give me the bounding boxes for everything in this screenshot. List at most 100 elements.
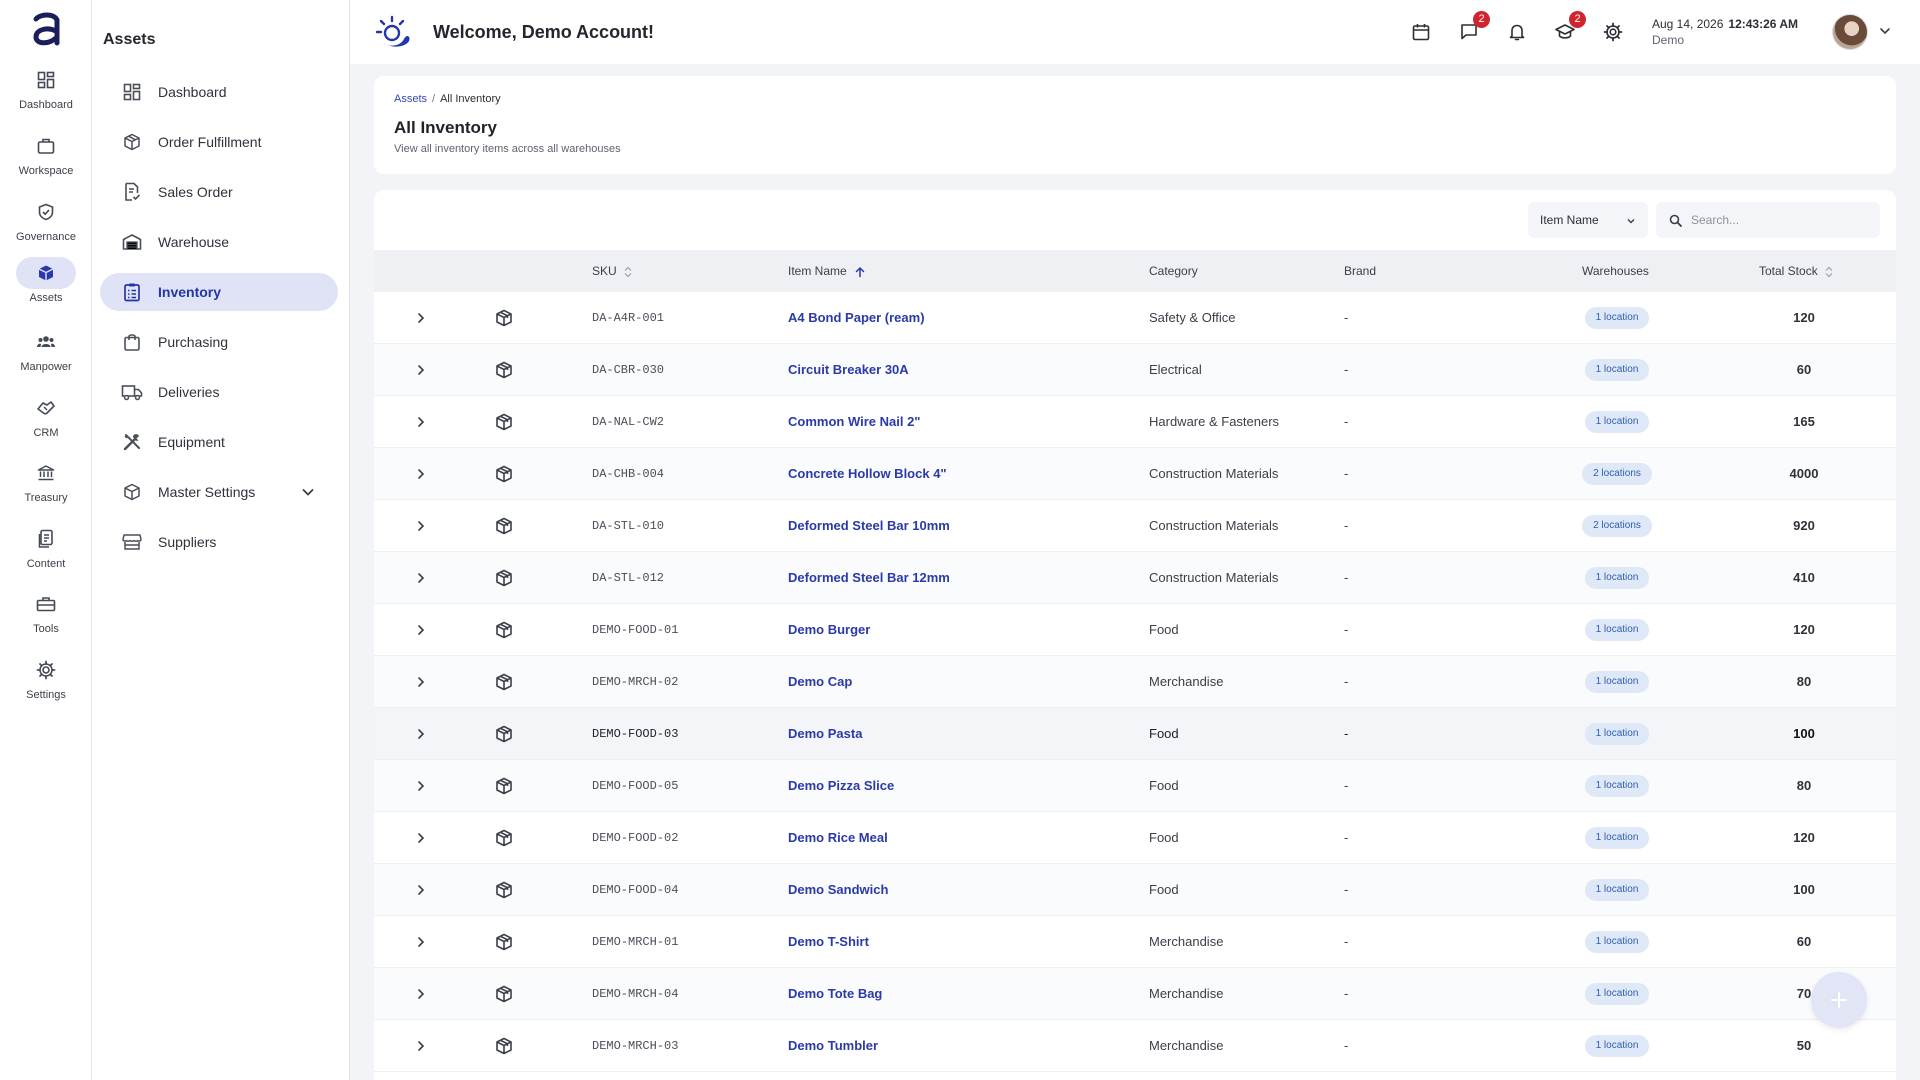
sidebar-item-order-fulfillment[interactable]: Order Fulfillment <box>100 123 338 161</box>
table-row[interactable]: DA-CBR-030 Circuit Breaker 30A Electrica… <box>374 344 1896 396</box>
expand-row-button[interactable] <box>415 448 431 500</box>
expand-row-button[interactable] <box>415 1020 431 1072</box>
user-avatar[interactable] <box>1832 14 1868 50</box>
table-row[interactable]: DEMO-MRCH-03 Demo Tumbler Merchandise - … <box>374 1020 1896 1072</box>
rail-item-crm[interactable]: CRM <box>0 392 92 452</box>
rail-item-manpower[interactable]: Manpower <box>0 326 92 386</box>
expand-row-button[interactable] <box>415 760 431 812</box>
chevron-down-icon[interactable] <box>300 484 316 500</box>
search-input[interactable] <box>1691 213 1871 227</box>
item-name-link[interactable]: Common Wire Nail 2" <box>788 396 920 448</box>
expand-row-button[interactable] <box>415 604 431 656</box>
expand-row-button[interactable] <box>415 812 431 864</box>
sidebar-item-warehouse[interactable]: Warehouse <box>100 223 338 261</box>
expand-row-button[interactable] <box>415 344 431 396</box>
column-header-category[interactable]: Category <box>1149 250 1198 292</box>
warehouse-locations-badge[interactable]: 1 location <box>1584 983 1650 1005</box>
table-row[interactable]: DEMO-FOOD-04 Demo Sandwich Food - 1 loca… <box>374 864 1896 916</box>
table-row[interactable]: DEMO-FOOD-01 Demo Burger Food - 1 locati… <box>374 604 1896 656</box>
table-row[interactable]: DA-NAL-CW2 Common Wire Nail 2" Hardware … <box>374 396 1896 448</box>
warehouse-locations-badge[interactable]: 1 location <box>1584 671 1650 693</box>
item-name-link[interactable]: Demo Pizza Slice <box>788 760 894 812</box>
sidebar-item-equipment[interactable]: Equipment <box>100 423 338 461</box>
column-header-warehouses[interactable]: Warehouses <box>1582 250 1649 292</box>
settings-button[interactable] <box>1601 20 1625 44</box>
sidebar-item-purchasing[interactable]: Purchasing <box>100 323 338 361</box>
table-row[interactable]: DA-A4R-001 A4 Bond Paper (ream) Safety &… <box>374 292 1896 344</box>
expand-row-button[interactable] <box>415 864 431 916</box>
warehouse-locations-badge[interactable]: 1 location <box>1584 307 1650 329</box>
warehouse-locations-badge[interactable]: 1 location <box>1584 359 1650 381</box>
rail-item-content[interactable]: Content <box>0 523 92 583</box>
expand-row-button[interactable] <box>415 656 431 708</box>
item-name-link[interactable]: Demo Pasta <box>788 708 862 760</box>
sidebar-item-sales-order[interactable]: Sales Order <box>100 173 338 211</box>
warehouse-locations-badge[interactable]: 1 location <box>1584 567 1650 589</box>
column-header-sku[interactable]: SKU <box>592 250 632 292</box>
rail-item-governance[interactable]: Governance <box>0 196 92 256</box>
warehouse-locations-badge[interactable]: 1 location <box>1584 931 1650 953</box>
item-name-link[interactable]: Deformed Steel Bar 12mm <box>788 552 950 604</box>
warehouse-locations-badge[interactable]: 1 location <box>1584 775 1650 797</box>
warehouse-locations-badge[interactable]: 2 locations <box>1582 515 1652 537</box>
item-name-link[interactable]: Circuit Breaker 30A <box>788 344 909 396</box>
company-logo-icon[interactable] <box>376 15 412 49</box>
item-name-link[interactable]: Demo Tote Bag <box>788 968 882 1020</box>
table-row[interactable]: DA-STL-012 Deformed Steel Bar 12mm Const… <box>374 552 1896 604</box>
expand-row-button[interactable] <box>415 396 431 448</box>
warehouse-locations-badge[interactable]: 1 location <box>1584 1035 1650 1057</box>
expand-row-button[interactable] <box>415 968 431 1020</box>
sidebar-item-deliveries[interactable]: Deliveries <box>100 373 338 411</box>
expand-row-button[interactable] <box>415 552 431 604</box>
table-row[interactable]: DA-STL-010 Deformed Steel Bar 10mm Const… <box>374 500 1896 552</box>
column-header-brand[interactable]: Brand <box>1344 250 1376 292</box>
warehouse-locations-badge[interactable]: 2 locations <box>1582 463 1652 485</box>
item-name-link[interactable]: Demo T-Shirt <box>788 916 869 968</box>
column-header-total-stock[interactable]: Total Stock <box>1759 250 1833 292</box>
expand-row-button[interactable] <box>415 500 431 552</box>
expand-row-button[interactable] <box>415 916 431 968</box>
item-name-link[interactable]: Demo Sandwich <box>788 864 888 916</box>
table-row[interactable]: DEMO-MRCH-02 Demo Cap Merchandise - 1 lo… <box>374 656 1896 708</box>
item-name-link[interactable]: Demo Cap <box>788 656 852 708</box>
table-row[interactable]: DEMO-FOOD-02 Demo Rice Meal Food - 1 loc… <box>374 812 1896 864</box>
item-name-link[interactable]: Demo Burger <box>788 604 870 656</box>
learning-button[interactable]: 2 <box>1553 11 1586 44</box>
rail-item-dashboard[interactable]: Dashboard <box>0 64 92 124</box>
item-name-link[interactable]: Demo Tumbler <box>788 1020 878 1072</box>
sidebar-item-inventory[interactable]: Inventory <box>100 273 338 311</box>
table-row[interactable]: DA-CHB-004 Concrete Hollow Block 4" Cons… <box>374 448 1896 500</box>
table-row[interactable]: DEMO-MRCH-04 Demo Tote Bag Merchandise -… <box>374 968 1896 1020</box>
notifications-button[interactable] <box>1505 20 1529 44</box>
table-row[interactable]: DEMO-FOOD-05 Demo Pizza Slice Food - 1 l… <box>374 760 1896 812</box>
add-item-button[interactable] <box>1811 972 1867 1028</box>
rail-item-workspace[interactable]: Workspace <box>0 130 92 190</box>
chevron-down-icon[interactable] <box>1878 24 1892 38</box>
item-name-link[interactable]: A4 Bond Paper (ream) <box>788 292 925 344</box>
rail-item-assets[interactable]: Assets <box>0 257 92 317</box>
table-row[interactable]: DEMO-FOOD-03 Demo Pasta Food - 1 locatio… <box>374 708 1896 760</box>
sidebar-item-suppliers[interactable]: Suppliers <box>100 523 338 561</box>
rail-item-settings[interactable]: Settings <box>0 654 92 714</box>
sidebar-item-dashboard[interactable]: Dashboard <box>100 73 338 111</box>
search-field-select[interactable]: Item Name <box>1528 202 1648 238</box>
messages-button[interactable]: 2 <box>1457 11 1490 44</box>
warehouse-locations-badge[interactable]: 1 location <box>1584 827 1650 849</box>
breadcrumb-assets-link[interactable]: Assets <box>394 93 427 105</box>
rail-item-treasury[interactable]: Treasury <box>0 457 92 517</box>
warehouse-locations-badge[interactable]: 1 location <box>1584 879 1650 901</box>
sidebar-item-master-settings[interactable]: Master Settings <box>100 473 338 511</box>
column-header-item-name[interactable]: Item Name <box>788 250 866 292</box>
warehouse-locations-badge[interactable]: 1 location <box>1584 619 1650 641</box>
expand-row-button[interactable] <box>415 708 431 760</box>
app-logo-icon[interactable] <box>28 10 64 50</box>
warehouse-locations-badge[interactable]: 1 location <box>1584 723 1650 745</box>
item-name-link[interactable]: Deformed Steel Bar 10mm <box>788 500 950 552</box>
item-name-link[interactable]: Concrete Hollow Block 4" <box>788 448 947 500</box>
table-row[interactable]: DEMO-MRCH-01 Demo T-Shirt Merchandise - … <box>374 916 1896 968</box>
rail-item-tools[interactable]: Tools <box>0 588 92 648</box>
expand-row-button[interactable] <box>415 292 431 344</box>
item-name-link[interactable]: Demo Rice Meal <box>788 812 888 864</box>
calendar-button[interactable] <box>1409 20 1433 44</box>
warehouse-locations-badge[interactable]: 1 location <box>1584 411 1650 433</box>
